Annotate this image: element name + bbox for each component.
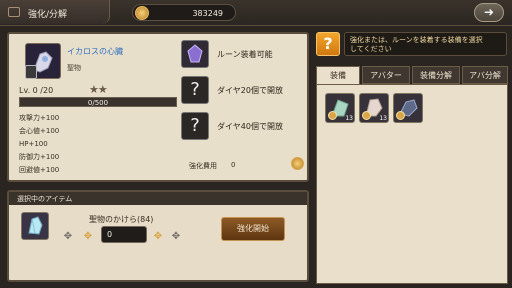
stat-critical: 会心値+100 bbox=[19, 127, 60, 135]
stat-evasion: 回避値+100 bbox=[19, 166, 60, 174]
crystal-icon[interactable] bbox=[21, 212, 49, 240]
fee-label: 強化費用 bbox=[189, 162, 217, 170]
rune-slot-2[interactable]: ? bbox=[181, 76, 209, 104]
currency-value: 383249 bbox=[192, 9, 223, 18]
ornament-icon bbox=[8, 7, 20, 17]
decrease-button[interactable]: ✥ bbox=[81, 230, 95, 244]
back-button[interactable]: ➜ bbox=[474, 3, 504, 22]
material-name: 聖物のかけら(84) bbox=[89, 215, 154, 224]
grade-badge bbox=[362, 111, 371, 120]
left-icon: ✥ bbox=[83, 231, 93, 242]
hint-line-2: してください bbox=[350, 45, 392, 53]
page-title: 強化/分解 bbox=[28, 10, 68, 20]
rune-slot-3-label: ダイヤ40個で開放 bbox=[217, 122, 283, 131]
stat-defense: 防御力+100 bbox=[19, 153, 60, 161]
start-enhance-button[interactable]: 強化開始 bbox=[221, 217, 285, 241]
equipment-list: 13 13 bbox=[316, 84, 508, 284]
rune-slot-1[interactable] bbox=[181, 40, 209, 68]
item-name: イカロスの心臓 bbox=[67, 47, 123, 56]
tab-avatar[interactable]: アバター bbox=[362, 66, 410, 84]
fee-value: 0 bbox=[231, 161, 236, 169]
level-badge: 13 bbox=[379, 115, 387, 122]
equipment-item-2[interactable]: 13 bbox=[359, 93, 389, 123]
min-button[interactable]: ✥ bbox=[61, 230, 75, 244]
rune-slot-2-label: ダイヤ20個で開放 bbox=[217, 86, 283, 95]
lock-icon[interactable] bbox=[25, 65, 37, 79]
stat-attack: 攻撃力+100 bbox=[19, 114, 60, 122]
exp-text: 0/500 bbox=[87, 99, 109, 107]
increase-button[interactable]: ✥ bbox=[151, 230, 165, 244]
selected-header: 選択中のアイテム bbox=[9, 192, 307, 205]
item-level: Lv. 0 /20 bbox=[19, 86, 54, 95]
stat-hp: HP+100 bbox=[19, 140, 48, 148]
tab-equipment-dismantle[interactable]: 装備分解 bbox=[412, 66, 460, 84]
top-bar: 強化/分解 383249 ➜ bbox=[0, 0, 512, 26]
exp-bar: 0/500 bbox=[19, 97, 177, 107]
rune-slot-3[interactable]: ? bbox=[181, 112, 209, 140]
hint-box: 強化または、ルーンを装着する装備を選択 してください bbox=[344, 32, 507, 56]
grade-badge bbox=[328, 111, 337, 120]
title-tab: 強化/分解 bbox=[0, 0, 110, 24]
double-right-icon: ✥ bbox=[171, 231, 181, 242]
question-icon: ? bbox=[323, 34, 333, 53]
equipment-item-1[interactable]: 13 bbox=[325, 93, 355, 123]
right-icon: ✥ bbox=[153, 231, 163, 242]
tab-avatar-dismantle[interactable]: アバ分解 bbox=[462, 66, 508, 84]
currency-display: 383249 bbox=[132, 4, 236, 21]
grade-badge bbox=[396, 111, 405, 120]
tab-equipment[interactable]: 装備 bbox=[316, 66, 360, 84]
item-type: 聖物 bbox=[67, 64, 81, 72]
question-icon: ? bbox=[190, 79, 200, 100]
hint-line-1: 強化または、ルーンを装着する装備を選択 bbox=[350, 36, 483, 44]
back-arrow-icon: ➜ bbox=[483, 5, 495, 19]
coin-icon bbox=[291, 157, 304, 170]
selected-item-panel: 選択中のアイテム 聖物のかけら(84) ✥ ✥ 0 ✥ ✥ 強化開始 bbox=[7, 190, 309, 282]
max-button[interactable]: ✥ bbox=[169, 230, 183, 244]
tab-bar: 装備 アバター 装備分解 アバ分解 bbox=[316, 66, 508, 84]
rune-icon bbox=[187, 44, 203, 63]
coin-icon bbox=[135, 6, 149, 20]
double-left-icon: ✥ bbox=[63, 231, 73, 242]
equipment-item-3[interactable] bbox=[393, 93, 423, 123]
help-button[interactable]: ? bbox=[316, 32, 340, 56]
stat-list: 攻撃力+100 会心値+100 HP+100 防御力+100 回避値+100 bbox=[19, 112, 59, 177]
rune-slot-1-label: ルーン装着可能 bbox=[217, 50, 273, 59]
item-detail-panel: イカロスの心臓 聖物 Lv. 0 /20 ★★ 0/500 攻撃力+100 会心… bbox=[7, 32, 309, 182]
rarity-stars: ★★ bbox=[89, 83, 108, 96]
quantity-input[interactable]: 0 bbox=[101, 226, 147, 243]
level-badge: 13 bbox=[345, 115, 353, 122]
question-icon: ? bbox=[190, 115, 200, 136]
